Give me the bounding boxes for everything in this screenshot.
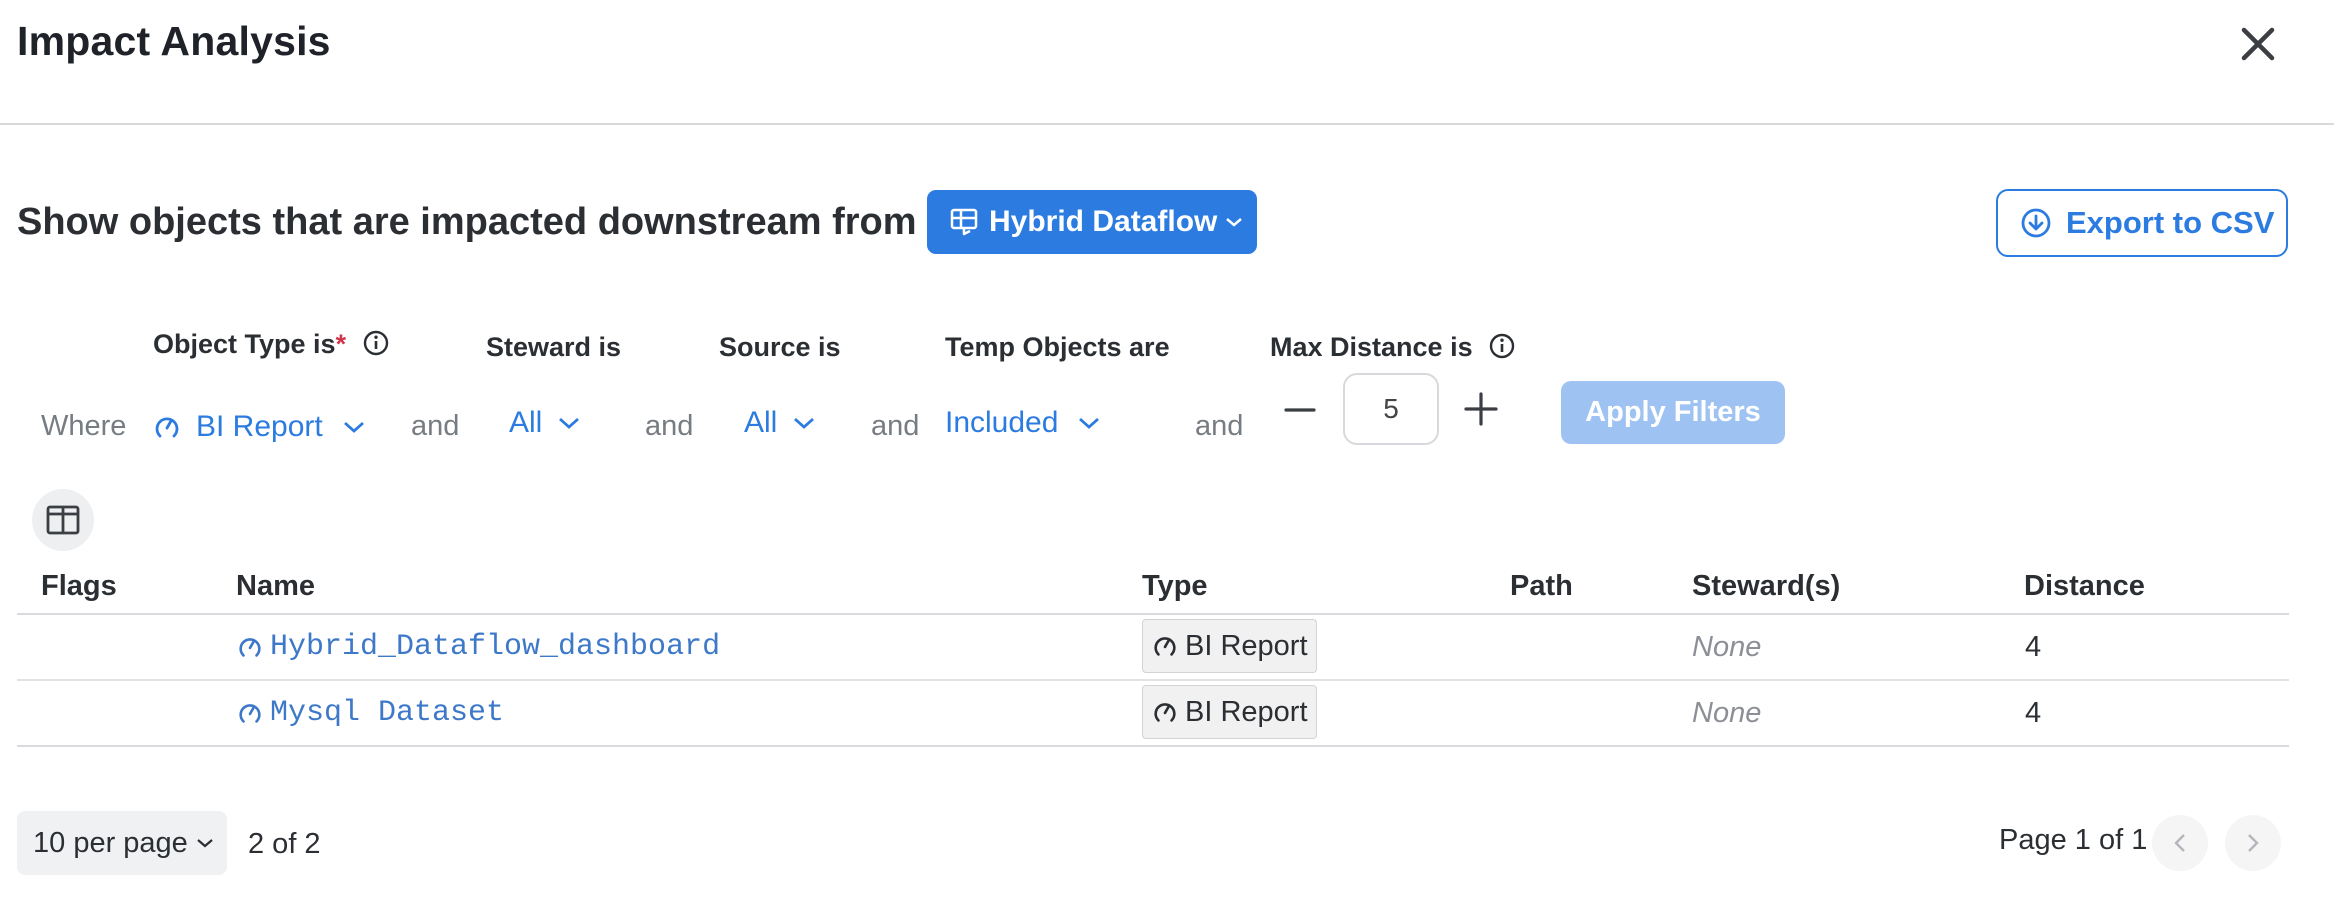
object-name-link[interactable]: Hybrid_Dataflow_dashboard xyxy=(236,630,720,664)
next-page-button[interactable] xyxy=(2225,815,2281,871)
export-csv-button[interactable]: Export to CSV xyxy=(1996,189,2288,257)
decrement-distance-button[interactable] xyxy=(1280,390,1320,430)
chevron-down-icon xyxy=(197,839,213,848)
bi-report-icon xyxy=(239,704,261,723)
type-label: BI Report xyxy=(1185,695,1308,728)
page-indicator: Page 1 of 1 xyxy=(1999,824,2148,856)
download-circle-icon xyxy=(2021,208,2051,238)
column-header-flags[interactable]: Flags xyxy=(41,570,117,603)
close-icon xyxy=(2241,27,2275,61)
bi-report-icon xyxy=(155,417,179,438)
close-button[interactable] xyxy=(2236,22,2280,66)
steward-header: Steward is xyxy=(486,332,622,362)
source-object-dropdown[interactable]: Hybrid Dataflow xyxy=(927,190,1257,254)
object-name-label: Hybrid_Dataflow_dashboard xyxy=(270,630,721,664)
info-icon[interactable] xyxy=(362,329,390,357)
column-header-name[interactable]: Name xyxy=(236,570,315,603)
dataflow-icon xyxy=(950,208,978,236)
temp-objects-header: Temp Objects are xyxy=(945,332,1170,362)
stewards-cell: None xyxy=(1692,631,1762,663)
where-label: Where xyxy=(41,410,127,442)
source-object-label: Hybrid Dataflow xyxy=(989,205,1218,238)
chevron-down-icon xyxy=(559,417,580,429)
header-divider xyxy=(0,123,2334,125)
source-value: All xyxy=(744,406,778,439)
stewards-cell: None xyxy=(1692,697,1762,729)
source-header: Source is xyxy=(719,332,841,362)
distance-cell: 4 xyxy=(2025,631,2042,663)
max-distance-header-label: Max Distance is xyxy=(1270,332,1473,362)
column-header-distance[interactable]: Distance xyxy=(2024,570,2145,603)
column-settings-button[interactable] xyxy=(32,489,94,551)
apply-filters-button[interactable]: Apply Filters xyxy=(1561,381,1785,444)
minus-icon xyxy=(1284,408,1316,412)
result-count: 2 of 2 xyxy=(248,828,321,860)
bi-report-icon xyxy=(1154,703,1176,722)
bi-report-icon xyxy=(1154,637,1176,656)
info-icon[interactable] xyxy=(1488,332,1516,360)
per-page-select[interactable]: 10 per page xyxy=(17,811,227,875)
chevron-left-icon xyxy=(2174,834,2185,852)
chevron-down-icon xyxy=(794,417,815,429)
export-csv-label: Export to CSV xyxy=(2066,205,2275,240)
and-label: and xyxy=(411,410,460,442)
table-bottom-divider xyxy=(17,745,2289,747)
object-type-value: BI Report xyxy=(196,410,323,443)
temp-objects-select[interactable]: Included xyxy=(945,406,1100,440)
dialog-title: Impact Analysis xyxy=(17,18,331,64)
object-name-label: Mysql Dataset xyxy=(270,696,505,730)
object-type-select[interactable]: BI Report xyxy=(152,410,365,444)
columns-icon xyxy=(46,505,80,535)
and-label: and xyxy=(1195,410,1244,442)
object-type-header: Object Type is* xyxy=(153,329,390,360)
headline-text: Show objects that are impacted downstrea… xyxy=(17,201,917,243)
chevron-down-icon xyxy=(1079,417,1100,429)
increment-distance-button[interactable] xyxy=(1460,388,1502,430)
column-header-type[interactable]: Type xyxy=(1142,570,1208,603)
and-label: and xyxy=(645,410,694,442)
max-distance-input[interactable] xyxy=(1343,373,1439,445)
column-header-stewards[interactable]: Steward(s) xyxy=(1692,570,1840,603)
per-page-label: 10 per page xyxy=(33,826,188,859)
object-name-link[interactable]: Mysql Dataset xyxy=(236,696,504,730)
type-label: BI Report xyxy=(1185,629,1308,662)
object-type-header-label: Object Type is xyxy=(153,329,336,359)
plus-icon xyxy=(1464,392,1498,426)
type-badge: BI Report xyxy=(1142,685,1317,739)
steward-select[interactable]: All xyxy=(509,406,580,440)
temp-objects-value: Included xyxy=(945,406,1059,439)
required-mark: * xyxy=(335,329,347,359)
type-badge: BI Report xyxy=(1142,619,1317,673)
chevron-down-icon xyxy=(1226,218,1243,227)
chevron-right-icon xyxy=(2248,834,2259,852)
distance-cell: 4 xyxy=(2025,697,2042,729)
and-label: and xyxy=(871,410,920,442)
bi-report-icon xyxy=(239,638,261,657)
steward-value: All xyxy=(509,406,543,439)
previous-page-button[interactable] xyxy=(2152,815,2208,871)
max-distance-header: Max Distance is xyxy=(1270,332,1516,363)
chevron-down-icon xyxy=(343,421,364,433)
source-select[interactable]: All xyxy=(744,406,815,440)
column-header-path[interactable]: Path xyxy=(1510,570,1573,603)
